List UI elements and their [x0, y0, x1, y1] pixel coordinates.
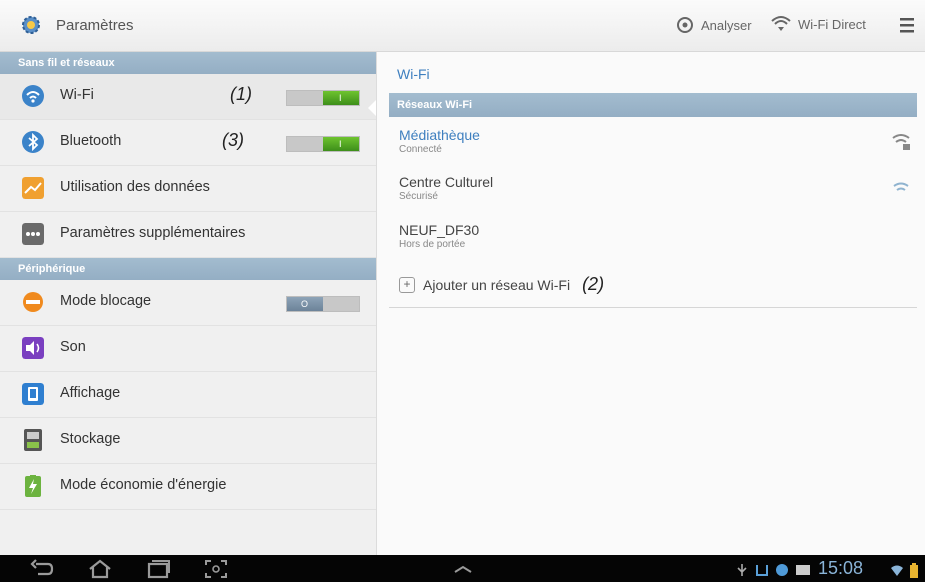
more-settings-icon [22, 223, 44, 245]
list-item-storage[interactable]: Stockage [0, 418, 376, 464]
overflow-menu-icon[interactable] [899, 15, 917, 35]
download-icon [756, 565, 768, 576]
back-icon[interactable] [30, 559, 56, 579]
scan-button[interactable]: Analyser [675, 15, 752, 35]
add-wifi-network-button[interactable]: + Ajouter un réseau Wi-Fi (2) [399, 274, 604, 295]
annotation-3: (3) [222, 130, 244, 150]
bluetooth-icon [22, 131, 44, 153]
wifi-label: Wi-Fi [60, 87, 94, 103]
list-item-wifi[interactable]: Wi-Fi (1) I [0, 74, 376, 120]
power-saving-icon [25, 475, 41, 497]
wifi-direct-label: Wi-Fi Direct [798, 16, 866, 32]
sound-label: Son [60, 339, 86, 355]
bluetooth-label: Bluetooth [60, 133, 122, 149]
display-label: Affichage [60, 385, 121, 401]
wifi-direct-icon [771, 16, 791, 31]
plus-icon: + [399, 276, 415, 293]
wifi-pane-title: Wi-Fi [397, 66, 430, 82]
network-status: Connecté [399, 144, 442, 155]
action-bar: Paramètres Analyser Wi-Fi Direct [0, 0, 925, 52]
status-clock: 15:08 [818, 558, 864, 578]
system-navigation-bar: 15:08 [0, 555, 925, 582]
annotation-2: (2) [582, 274, 605, 294]
wifi-direct-button[interactable]: Wi-Fi Direct [770, 15, 866, 33]
network-name: Médiathèque [399, 127, 480, 143]
scan-label: Analyser [701, 17, 752, 33]
chevron-up-icon[interactable] [452, 564, 474, 574]
sync-icon [776, 564, 788, 576]
wifi-detail-pane: Wi-Fi Réseaux Wi-Fi Médiathèque Connecté… [376, 52, 925, 555]
gallery-icon [796, 565, 810, 575]
list-item-display[interactable]: Affichage [0, 372, 376, 418]
divider [389, 307, 917, 308]
list-item-more-settings[interactable]: Paramètres supplémentaires [0, 212, 376, 258]
screenshot-icon[interactable] [203, 559, 229, 579]
annotation-1: (1) [230, 84, 252, 104]
network-item[interactable]: Centre Culturel Sécurisé [399, 174, 909, 202]
page-title: Paramètres [56, 17, 134, 34]
wifi-status-icon [891, 565, 903, 576]
more-settings-label: Paramètres supplémentaires [60, 225, 246, 241]
toggle-state: I [339, 93, 342, 103]
bluetooth-toggle[interactable]: I [286, 136, 360, 152]
network-name: NEUF_DF30 [399, 222, 480, 238]
blocking-mode-label: Mode blocage [60, 293, 152, 309]
wifi-icon [22, 85, 44, 107]
list-item-bluetooth[interactable]: Bluetooth (3) I [0, 120, 376, 166]
toggle-state: I [339, 139, 342, 149]
recent-apps-icon[interactable] [145, 559, 171, 579]
network-item[interactable]: Médiathèque Connecté [399, 127, 910, 155]
wifi-signal-icon [893, 182, 909, 191]
network-status: Hors de portée [399, 239, 466, 250]
blocking-mode-toggle[interactable]: O [286, 296, 360, 312]
section-header-wifi-networks: Réseaux Wi-Fi [389, 93, 917, 117]
storage-icon [24, 429, 42, 451]
settings-gear-icon[interactable] [20, 14, 42, 36]
home-icon[interactable] [87, 559, 113, 579]
toggle-state: O [301, 299, 309, 309]
blocking-mode-icon [23, 292, 43, 312]
usb-icon [737, 564, 747, 576]
list-item-power-saving[interactable]: Mode économie d'énergie [0, 464, 376, 510]
section-header-wireless: Sans fil et réseaux [0, 52, 376, 74]
add-network-label: Ajouter un réseau Wi-Fi [423, 276, 571, 293]
power-saving-label: Mode économie d'énergie [60, 477, 227, 493]
list-item-blocking-mode[interactable]: Mode blocage O [0, 280, 376, 326]
display-icon [22, 383, 44, 405]
network-status: Sécurisé [399, 191, 438, 202]
network-name: Centre Culturel [399, 174, 494, 190]
storage-label: Stockage [60, 431, 121, 447]
list-item-data-usage[interactable]: Utilisation des données [0, 166, 376, 212]
data-usage-label: Utilisation des données [60, 179, 210, 195]
scan-icon [677, 17, 693, 33]
sound-icon [22, 337, 44, 359]
wifi-toggle[interactable]: I [286, 90, 360, 106]
settings-list: Sans fil et réseaux Wi-Fi (1) I Bluetoot… [0, 52, 376, 555]
list-item-sound[interactable]: Son [0, 326, 376, 372]
battery-icon [910, 563, 918, 578]
network-item[interactable]: NEUF_DF30 Hors de portée [399, 222, 899, 250]
section-header-device: Périphérique [0, 258, 376, 280]
data-usage-icon [22, 177, 44, 199]
wifi-signal-locked-icon [892, 134, 910, 150]
